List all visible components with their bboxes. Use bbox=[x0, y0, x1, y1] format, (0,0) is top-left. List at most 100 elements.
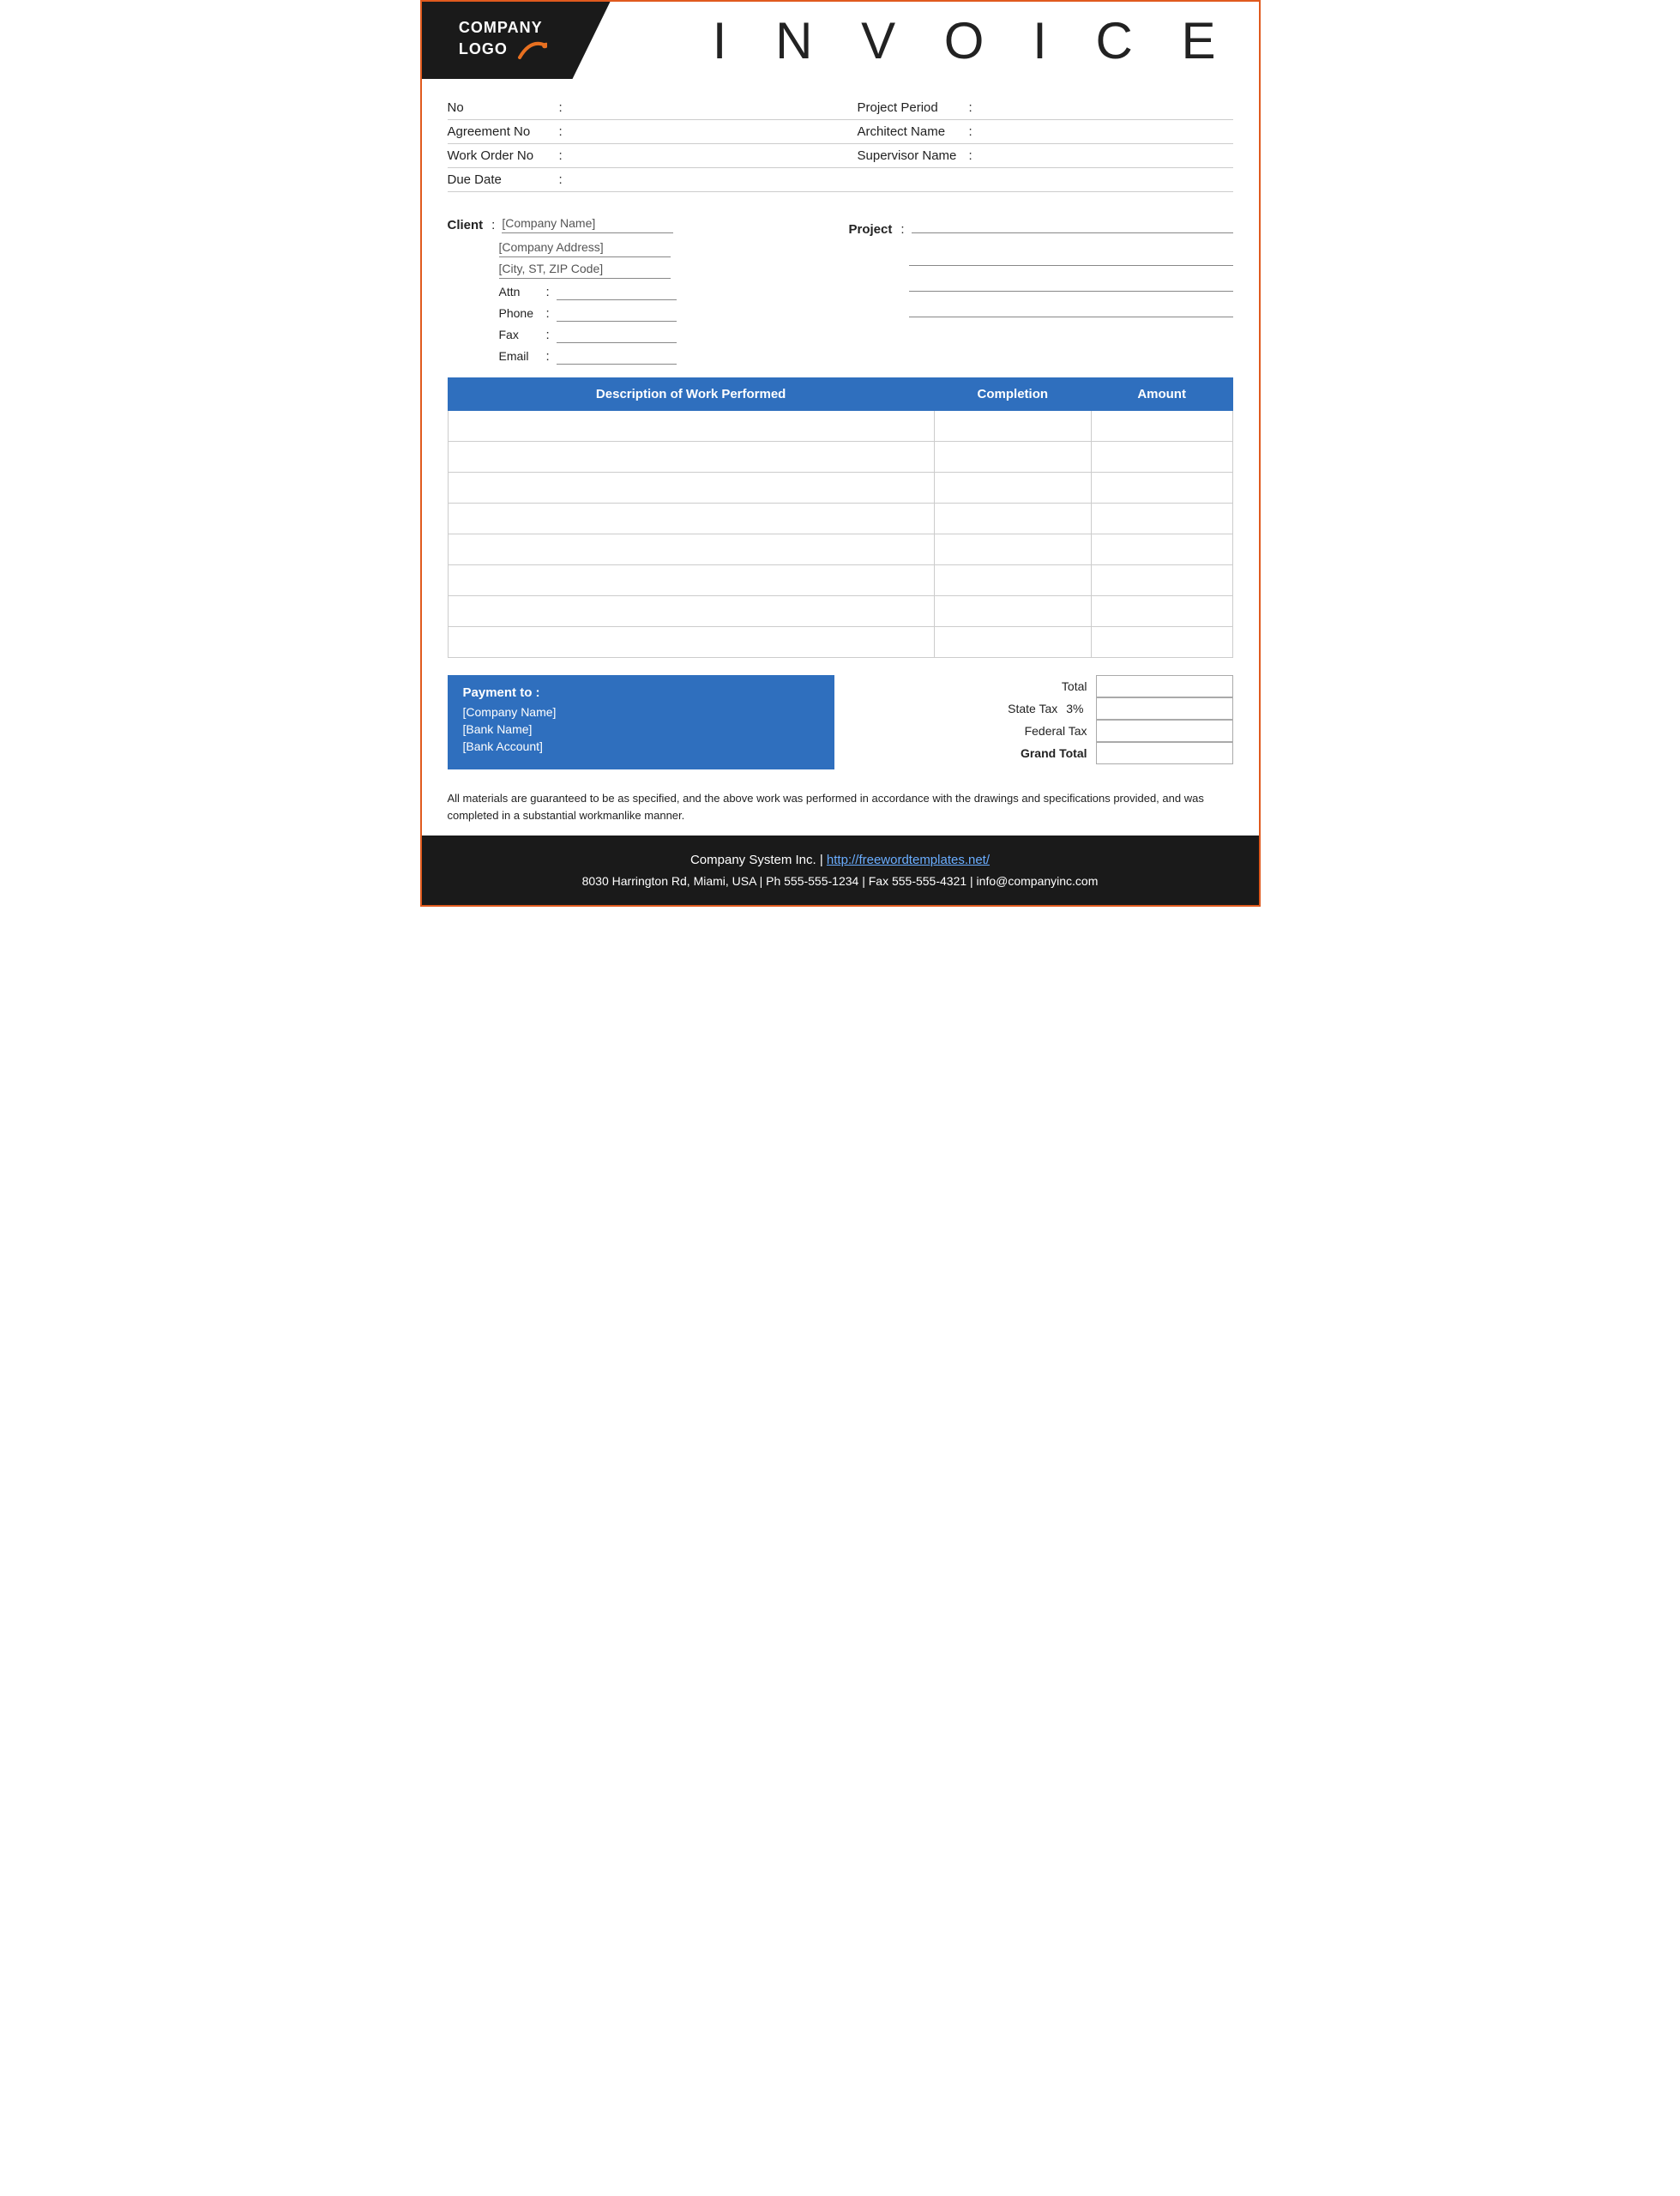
payment-block: Payment to : [Company Name] [Bank Name] … bbox=[448, 675, 834, 769]
label-architect: Architect Name bbox=[858, 124, 969, 139]
client-phone-row: Phone : bbox=[448, 305, 832, 322]
label-no: No bbox=[448, 100, 559, 115]
value-phone bbox=[557, 305, 677, 322]
work-table: Description of Work Performed Completion… bbox=[448, 377, 1233, 658]
client-attn-row: Attn : bbox=[448, 283, 832, 300]
th-description: Description of Work Performed bbox=[448, 378, 934, 411]
payment-section: Payment to : [Company Name] [Bank Name] … bbox=[422, 667, 1259, 778]
total-row-3: Grand Total bbox=[877, 742, 1233, 764]
cell-amt bbox=[1091, 473, 1232, 504]
info-row-duedate: Due Date : bbox=[448, 168, 840, 192]
payment-company: [Company Name] bbox=[463, 705, 819, 719]
total-row-0: Total bbox=[877, 675, 1233, 697]
cell-desc bbox=[448, 627, 934, 658]
totals-block: Total State Tax 3% Federal Tax Grand Total bbox=[852, 675, 1233, 764]
value-attn bbox=[557, 283, 677, 300]
cell-desc bbox=[448, 442, 934, 473]
table-row bbox=[448, 565, 1232, 596]
client-block: Client : [Company Name] [Company Address… bbox=[448, 216, 832, 369]
cell-desc bbox=[448, 411, 934, 442]
info-row-workorder: Work Order No : bbox=[448, 144, 840, 168]
label-workorder: Work Order No bbox=[448, 148, 559, 163]
logo-icon bbox=[515, 39, 547, 63]
th-completion: Completion bbox=[934, 378, 1091, 411]
cell-amt bbox=[1091, 504, 1232, 534]
total-label-3: Grand Total bbox=[993, 746, 1087, 760]
client-label: Client bbox=[448, 218, 484, 232]
client-city-row: [City, ST, ZIP Code] bbox=[448, 262, 832, 279]
client-company-address: [Company Address] bbox=[499, 240, 671, 257]
project-field-2 bbox=[909, 249, 1233, 266]
info-row-period: Project Period : bbox=[840, 96, 1233, 120]
client-email-row: Email : bbox=[448, 347, 832, 365]
total-input-1 bbox=[1096, 697, 1233, 720]
total-label-0: Total bbox=[993, 679, 1087, 693]
info-row-empty bbox=[840, 168, 1233, 192]
project-block: Project : bbox=[832, 216, 1233, 369]
total-input-2 bbox=[1096, 720, 1233, 742]
table-row bbox=[448, 442, 1232, 473]
cell-amt bbox=[1091, 596, 1232, 627]
company-logo: COMPANYLOGO bbox=[422, 2, 611, 79]
info-section: No : Agreement No : Work Order No : Due … bbox=[422, 79, 1259, 201]
cell-comp bbox=[934, 442, 1091, 473]
cell-amt bbox=[1091, 442, 1232, 473]
cell-desc bbox=[448, 473, 934, 504]
th-amount: Amount bbox=[1091, 378, 1232, 411]
total-label-1: State Tax bbox=[963, 702, 1057, 715]
bottom-company-text: Company System Inc. | bbox=[690, 853, 827, 867]
client-fax-row: Fax : bbox=[448, 326, 832, 343]
invoice-title-block: I N V O I C E bbox=[611, 2, 1259, 79]
cell-comp bbox=[934, 411, 1091, 442]
value-fax bbox=[557, 326, 677, 343]
invoice-title: I N V O I C E bbox=[713, 11, 1233, 70]
label-attn: Attn bbox=[499, 285, 546, 299]
client-header-row: Client : [Company Name] bbox=[448, 216, 832, 233]
footer-note-text: All materials are guaranteed to be as sp… bbox=[448, 792, 1204, 822]
payment-account: [Bank Account] bbox=[463, 739, 819, 753]
value-email bbox=[557, 347, 677, 365]
cell-amt bbox=[1091, 411, 1232, 442]
info-right-col: Project Period : Architect Name : Superv… bbox=[840, 96, 1233, 192]
table-row bbox=[448, 504, 1232, 534]
bottom-link[interactable]: http://freewordtemplates.net/ bbox=[827, 853, 990, 867]
project-header-row: Project : bbox=[849, 216, 1233, 242]
table-header-row: Description of Work Performed Completion… bbox=[448, 378, 1232, 411]
payment-title: Payment to : bbox=[463, 685, 819, 700]
cell-amt bbox=[1091, 534, 1232, 565]
info-row-supervisor: Supervisor Name : bbox=[840, 144, 1233, 168]
payment-bank: [Bank Name] bbox=[463, 722, 819, 736]
label-fax: Fax bbox=[499, 328, 546, 341]
total-input-3 bbox=[1096, 742, 1233, 764]
project-label: Project bbox=[849, 222, 893, 237]
work-table-section: Description of Work Performed Completion… bbox=[422, 377, 1259, 667]
cell-amt bbox=[1091, 627, 1232, 658]
client-project-section: Client : [Company Name] [Company Address… bbox=[422, 201, 1259, 377]
page-header: COMPANYLOGO I N V O I C E bbox=[422, 2, 1259, 79]
project-field-3 bbox=[909, 274, 1233, 292]
cell-desc bbox=[448, 565, 934, 596]
info-row-agreement: Agreement No : bbox=[448, 120, 840, 144]
client-company-name: [Company Name] bbox=[502, 216, 673, 233]
label-phone: Phone bbox=[499, 306, 546, 320]
cell-amt bbox=[1091, 565, 1232, 596]
tax-rate-1: 3% bbox=[1066, 702, 1083, 715]
cell-comp bbox=[934, 473, 1091, 504]
label-agreement: Agreement No bbox=[448, 124, 559, 139]
footer-note: All materials are guaranteed to be as sp… bbox=[422, 778, 1259, 836]
total-row-2: Federal Tax bbox=[877, 720, 1233, 742]
project-field-1 bbox=[912, 216, 1233, 233]
label-period: Project Period bbox=[858, 100, 969, 115]
table-row bbox=[448, 473, 1232, 504]
client-city: [City, ST, ZIP Code] bbox=[499, 262, 671, 279]
cell-desc bbox=[448, 504, 934, 534]
cell-comp bbox=[934, 534, 1091, 565]
info-row-no: No : bbox=[448, 96, 840, 120]
info-left-col: No : Agreement No : Work Order No : Due … bbox=[448, 96, 840, 192]
bottom-company-line: Company System Inc. | http://freewordtem… bbox=[431, 849, 1250, 872]
bottom-address-line: 8030 Harrington Rd, Miami, USA | Ph 555-… bbox=[431, 872, 1250, 892]
cell-comp bbox=[934, 504, 1091, 534]
table-row bbox=[448, 627, 1232, 658]
table-row bbox=[448, 534, 1232, 565]
cell-comp bbox=[934, 565, 1091, 596]
